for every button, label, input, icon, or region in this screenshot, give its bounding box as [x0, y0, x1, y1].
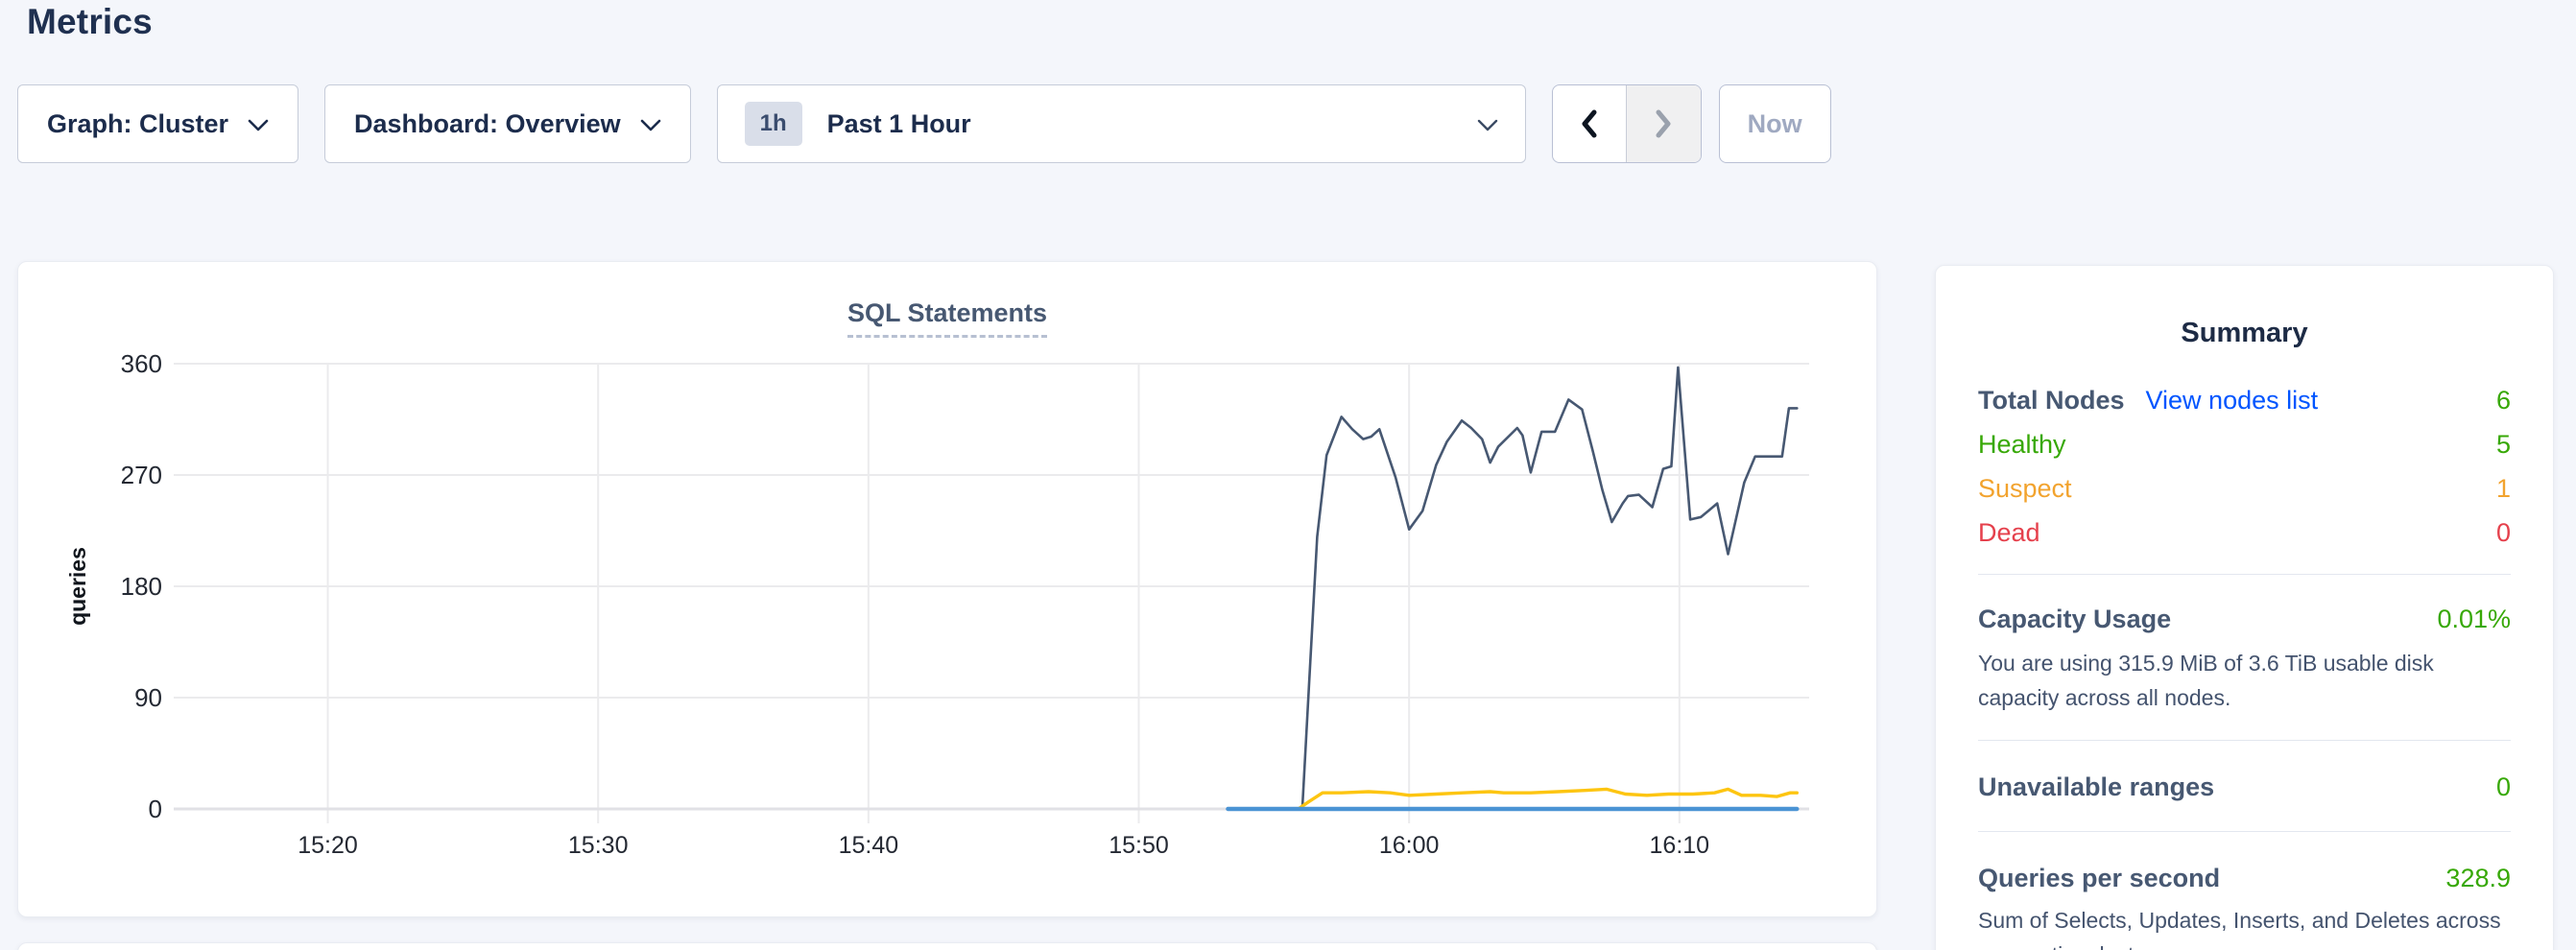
total-nodes-value: 6 [2496, 386, 2511, 416]
chart-gridlines [174, 364, 1809, 823]
unavailable-ranges-value: 0 [2496, 772, 2511, 802]
capacity-usage-description: You are using 315.9 MiB of 3.6 TiB usabl… [1978, 646, 2511, 715]
healthy-value: 5 [2496, 430, 2511, 460]
capacity-usage-row: Capacity Usage 0.01% [1978, 600, 2511, 638]
healthy-nodes-row: Healthy 5 [1978, 422, 2511, 466]
divider [1978, 831, 2511, 832]
x-axis-tick-label: 15:50 [1109, 832, 1169, 859]
next-time-window-button-disabled[interactable] [1626, 85, 1701, 162]
divider [1978, 740, 2511, 741]
queries-per-second-description: Sum of Selects, Updates, Inserts, and De… [1978, 903, 2511, 950]
queries-per-second-row: Queries per second 328.9 [1978, 859, 2511, 897]
healthy-label: Healthy [1978, 430, 2066, 460]
suspect-value: 1 [2496, 474, 2511, 504]
sql-statements-chart[interactable]: 15:20 15:30 15:40 15:50 16:00 16:10 360 270 180 9… [18, 327, 1878, 914]
dead-label: Dead [1978, 518, 2040, 548]
dashboard-dropdown-label: Dashboard: Overview [354, 109, 621, 139]
time-range-selector[interactable]: 1h Past 1 Hour [717, 84, 1526, 163]
y-axis-tick-label: 0 [149, 795, 162, 823]
time-window-pager [1552, 84, 1702, 163]
summary-panel: Summary Total Nodes View nodes list 6 He… [1935, 265, 2554, 950]
capacity-usage-value: 0.01% [2437, 605, 2511, 634]
y-axis-tick-label: 270 [121, 461, 162, 489]
total-nodes-label: Total Nodes [1978, 386, 2125, 416]
total-nodes-row: Total Nodes View nodes list 6 [1978, 378, 2511, 422]
series-statements-low [1299, 789, 1798, 809]
summary-title: Summary [1978, 318, 2511, 349]
x-axis-tick-label: 16:10 [1650, 832, 1710, 859]
y-axis-tick-label: 360 [121, 349, 162, 378]
x-axis-tick-label: 15:20 [298, 832, 358, 859]
y-axis-tick-label: 90 [134, 683, 162, 712]
queries-per-second-label: Queries per second [1978, 864, 2220, 893]
prev-time-window-button[interactable] [1553, 85, 1627, 162]
metrics-page: Metrics Graph: Cluster Dashboard: Overvi… [0, 0, 2576, 950]
dead-nodes-row: Dead 0 [1978, 511, 2511, 555]
chevron-left-icon [1579, 108, 1600, 139]
graph-node-dropdown[interactable]: Graph: Cluster [17, 84, 298, 163]
x-axis-tick-label: 16:00 [1379, 832, 1440, 859]
chevron-right-icon [1653, 108, 1674, 139]
chevron-down-icon [640, 119, 661, 132]
queries-per-second-value: 328.9 [2445, 864, 2511, 893]
graph-dropdown-label: Graph: Cluster [47, 109, 228, 139]
next-chart-card-partial [17, 942, 1877, 950]
dashboard-dropdown[interactable]: Dashboard: Overview [324, 84, 691, 163]
unavailable-ranges-label: Unavailable ranges [1978, 772, 2214, 802]
sql-statements-chart-card: SQL Statements 15:2015:3015:4015:5016:00… [17, 261, 1877, 917]
y-axis-tick-label: 180 [121, 572, 162, 601]
page-title: Metrics [27, 2, 153, 42]
view-nodes-list-link[interactable]: View nodes list [2146, 386, 2319, 416]
chevron-down-icon [1477, 119, 1498, 132]
time-range-badge: 1h [745, 102, 802, 146]
x-axis-tick-label: 15:30 [568, 832, 629, 859]
chevron-down-icon [248, 119, 269, 132]
divider [1978, 574, 2511, 575]
x-axis-tick-label: 15:40 [839, 832, 899, 859]
y-axis-label: queries [65, 547, 90, 626]
now-button-label: Now [1748, 109, 1802, 139]
unavailable-ranges-row: Unavailable ranges 0 [1978, 768, 2511, 806]
metrics-toolbar: Graph: Cluster Dashboard: Overview 1h Pa… [17, 84, 1831, 163]
suspect-nodes-row: Suspect 1 [1978, 466, 2511, 511]
dead-value: 0 [2496, 518, 2511, 548]
now-button[interactable]: Now [1719, 84, 1831, 163]
capacity-usage-label: Capacity Usage [1978, 605, 2171, 634]
series-statements-high [1302, 368, 1797, 809]
suspect-label: Suspect [1978, 474, 2072, 504]
time-range-label: Past 1 Hour [827, 109, 971, 139]
